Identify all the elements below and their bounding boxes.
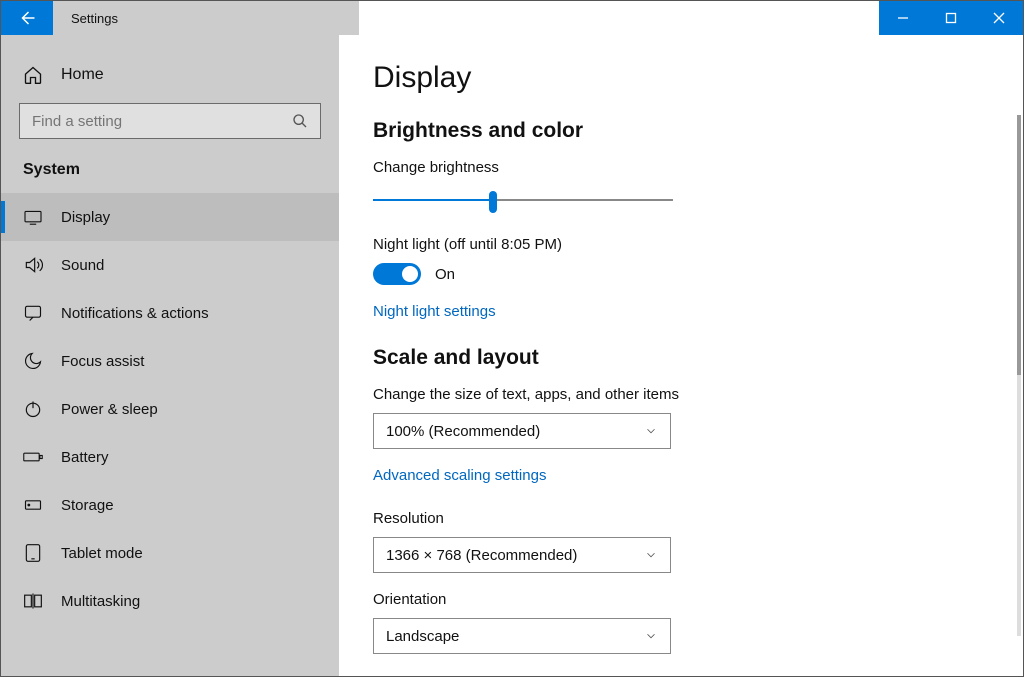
section-brightness-color: Brightness and color xyxy=(373,119,983,143)
sidebar-item-label: Sound xyxy=(61,257,104,274)
search-field[interactable] xyxy=(32,113,292,130)
scrollbar[interactable] xyxy=(1017,115,1021,636)
resolution-dropdown[interactable]: 1366 × 768 (Recommended) xyxy=(373,537,671,573)
search-input[interactable] xyxy=(19,103,321,139)
sidebar-item-label: Storage xyxy=(61,497,114,514)
orientation-value: Landscape xyxy=(386,628,459,645)
multitasking-icon xyxy=(23,591,43,611)
sidebar-item-label: Multitasking xyxy=(61,593,140,610)
brightness-slider[interactable] xyxy=(373,186,673,214)
sidebar-item-display[interactable]: Display xyxy=(1,193,339,241)
scrollbar-thumb[interactable] xyxy=(1017,115,1021,375)
night-light-label: Night light (off until 8:05 PM) xyxy=(373,236,983,253)
window-controls xyxy=(879,1,1023,35)
sidebar-item-label: Notifications & actions xyxy=(61,305,209,322)
orientation-dropdown[interactable]: Landscape xyxy=(373,618,671,654)
chevron-down-icon xyxy=(644,548,658,562)
home-button[interactable]: Home xyxy=(1,53,339,103)
storage-icon xyxy=(23,495,43,515)
display-icon xyxy=(23,207,43,227)
category-heading: System xyxy=(1,161,339,193)
change-brightness-label: Change brightness xyxy=(373,159,983,176)
section-scale-layout: Scale and layout xyxy=(373,346,983,370)
sidebar-item-sound[interactable]: Sound xyxy=(1,241,339,289)
back-button[interactable] xyxy=(1,1,53,35)
window-title: Settings xyxy=(53,1,136,35)
tablet-icon xyxy=(23,543,43,563)
sidebar-item-label: Focus assist xyxy=(61,353,144,370)
sidebar: Home System Display Sound Notifications … xyxy=(1,35,339,676)
sidebar-item-storage[interactable]: Storage xyxy=(1,481,339,529)
night-light-toggle[interactable] xyxy=(373,263,421,285)
sidebar-item-notifications[interactable]: Notifications & actions xyxy=(1,289,339,337)
sidebar-item-power-sleep[interactable]: Power & sleep xyxy=(1,385,339,433)
scale-label: Change the size of text, apps, and other… xyxy=(373,386,983,403)
sidebar-item-focus-assist[interactable]: Focus assist xyxy=(1,337,339,385)
home-icon xyxy=(23,65,43,85)
scale-dropdown[interactable]: 100% (Recommended) xyxy=(373,413,671,449)
advanced-scaling-link[interactable]: Advanced scaling settings xyxy=(373,467,546,484)
power-icon xyxy=(23,399,43,419)
night-light-toggle-state: On xyxy=(435,266,455,283)
sound-icon xyxy=(23,255,43,275)
close-button[interactable] xyxy=(975,1,1023,35)
orientation-label: Orientation xyxy=(373,591,983,608)
search-icon xyxy=(292,113,308,129)
maximize-button[interactable] xyxy=(927,1,975,35)
slider-thumb[interactable] xyxy=(489,191,497,213)
battery-icon xyxy=(23,447,43,467)
resolution-value: 1366 × 768 (Recommended) xyxy=(386,547,577,564)
sidebar-item-label: Battery xyxy=(61,449,109,466)
sidebar-item-tablet-mode[interactable]: Tablet mode xyxy=(1,529,339,577)
focus-assist-icon xyxy=(23,351,43,371)
scale-value: 100% (Recommended) xyxy=(386,423,540,440)
home-label: Home xyxy=(61,66,104,84)
sidebar-item-label: Tablet mode xyxy=(61,545,143,562)
minimize-button[interactable] xyxy=(879,1,927,35)
chevron-down-icon xyxy=(644,629,658,643)
sidebar-item-battery[interactable]: Battery xyxy=(1,433,339,481)
page-title: Display xyxy=(373,61,983,95)
sidebar-item-multitasking[interactable]: Multitasking xyxy=(1,577,339,625)
night-light-settings-link[interactable]: Night light settings xyxy=(373,303,496,320)
titlebar: Settings xyxy=(1,1,1023,35)
notifications-icon xyxy=(23,303,43,323)
sidebar-item-label: Display xyxy=(61,209,110,226)
content-pane: Display Brightness and color Change brig… xyxy=(339,35,1023,676)
chevron-down-icon xyxy=(644,424,658,438)
resolution-label: Resolution xyxy=(373,510,983,527)
sidebar-item-label: Power & sleep xyxy=(61,401,158,418)
